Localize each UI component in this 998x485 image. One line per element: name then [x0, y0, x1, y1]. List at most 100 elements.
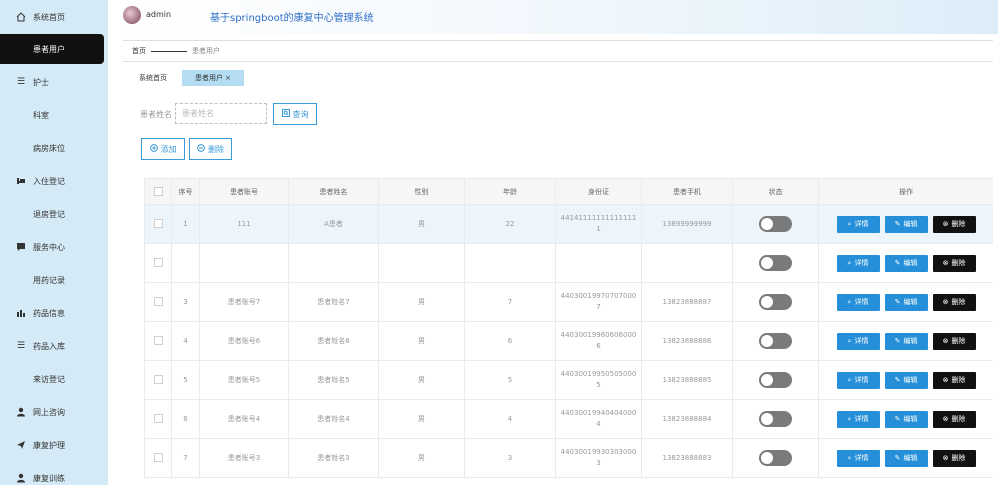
sidebar-item-visits[interactable]: 来访登记 — [0, 364, 104, 394]
edit-button[interactable]: ✎ 编辑 — [884, 215, 928, 233]
pencil-icon: ✎ — [894, 297, 901, 306]
cell-name — [288, 243, 379, 283]
close-circle-icon: ⊗ — [942, 297, 949, 306]
sidebar-item-home[interactable]: 系统首页 — [0, 2, 104, 32]
delete-button[interactable]: ⊗ 删除 — [932, 293, 976, 311]
sidebar-item-stock-in[interactable]: ☰ 药品入库 — [0, 331, 104, 361]
avatar[interactable] — [123, 6, 141, 24]
cell-name: 患者姓名4 — [288, 399, 379, 439]
cell-id-card: 440300199606060006 — [555, 321, 642, 361]
delete-button[interactable]: ⊗ 删除 — [932, 371, 976, 389]
cell-account — [199, 243, 289, 283]
cell-actions: ⌕ 详情 ✎ 编辑 ⊗ 删除 — [818, 438, 993, 478]
search-icon: ⌕ — [847, 336, 852, 345]
edit-button[interactable]: ✎ 编辑 — [884, 293, 928, 311]
detail-button-label: 详情 — [854, 219, 869, 228]
chart-icon — [16, 308, 26, 318]
row-select-cell[interactable] — [144, 243, 172, 283]
row-checkbox[interactable] — [153, 336, 163, 345]
batch-delete-button[interactable]: 删除 — [189, 138, 232, 160]
status-toggle[interactable] — [759, 294, 792, 310]
tab-home[interactable]: 系统首页 — [131, 70, 175, 86]
detail-button[interactable]: ⌕ 详情 — [836, 332, 880, 350]
detail-button[interactable]: ⌕ 详情 — [836, 410, 880, 428]
detail-button[interactable]: ⌕ 详情 — [836, 449, 880, 467]
sidebar-item-patients[interactable]: 患者用户 — [0, 34, 104, 64]
delete-button[interactable]: ⊗ 删除 — [932, 410, 976, 428]
list-icon: ☰ — [16, 341, 26, 351]
tab-patients[interactable]: 患者用户 × — [182, 70, 244, 86]
row-checkbox[interactable] — [153, 219, 163, 228]
detail-button[interactable]: ⌕ 详情 — [836, 371, 880, 389]
username[interactable]: admin — [146, 10, 171, 19]
table-row[interactable]: 4 患者账号6 患者姓名6 男 6 440300199606060006 138238888… — [144, 321, 993, 361]
status-toggle[interactable] — [759, 450, 792, 466]
cell-gender: 男 — [378, 399, 465, 439]
sidebar-item-departments[interactable]: 科室 — [0, 100, 104, 130]
sidebar-item-nursing[interactable]: 康复护理 — [0, 430, 104, 460]
delete-button[interactable]: ⊗ 删除 — [932, 332, 976, 350]
delete-button[interactable]: ⊗ 删除 — [932, 449, 976, 467]
sidebar-item-training[interactable]: 康复训练 — [0, 463, 104, 485]
table-row[interactable]: 1 111 A患者男 22 441411111111111111 13899999999 ⌕… — [144, 204, 993, 244]
minus-circle-icon — [197, 144, 205, 154]
edit-button[interactable]: ✎ 编辑 — [884, 410, 928, 428]
query-button[interactable]: 查询 — [273, 103, 317, 125]
cell-status — [732, 282, 819, 322]
table-row[interactable]: 3 患者账号7 患者姓名7 男 7 440300199707070007 138238888… — [144, 282, 993, 322]
detail-button[interactable]: ⌕ 详情 — [836, 293, 880, 311]
cell-name: 患者姓名7 — [288, 282, 379, 322]
sidebar-item-consult[interactable]: 网上咨询 — [0, 397, 104, 427]
row-checkbox[interactable] — [153, 375, 163, 384]
table-row[interactable]: 7 患者账号3 患者姓名3 男 3 440300199303030003 138238888… — [144, 438, 993, 478]
status-toggle[interactable] — [759, 333, 792, 349]
row-select-cell[interactable] — [144, 321, 172, 361]
row-checkbox[interactable] — [153, 414, 163, 423]
close-circle-icon: ⊗ — [942, 258, 949, 267]
breadcrumb-home[interactable]: 首页 — [132, 46, 146, 56]
status-toggle[interactable] — [759, 411, 792, 427]
detail-button-label: 详情 — [854, 297, 869, 306]
table-row[interactable]: 5 患者账号5 患者姓名5 男 5 440300199505050005 138238888… — [144, 360, 993, 400]
cell-age: 5 — [464, 360, 556, 400]
status-toggle[interactable] — [759, 372, 792, 388]
row-checkbox[interactable] — [153, 297, 163, 306]
row-select-cell[interactable] — [144, 360, 172, 400]
breadcrumb: 首页 患者用户 — [123, 40, 993, 62]
edit-button[interactable]: ✎ 编辑 — [884, 332, 928, 350]
sidebar-item-nurses[interactable]: ☰ 护士 — [0, 67, 104, 97]
sidebar-item-checkin[interactable]: 入住登记 — [0, 166, 104, 196]
row-checkbox[interactable] — [153, 453, 163, 462]
detail-button[interactable]: ⌕ 详情 — [836, 215, 880, 233]
table-row[interactable]: ⌕ 详情 ✎ 编辑 ⊗ 删除 — [144, 243, 993, 283]
sidebar-item-beds[interactable]: 病房床位 — [0, 133, 104, 163]
edit-button[interactable]: ✎ 编辑 — [884, 371, 928, 389]
select-all-checkbox[interactable] — [153, 187, 163, 196]
row-select-cell[interactable] — [144, 399, 172, 439]
detail-button[interactable]: ⌕ 详情 — [836, 254, 880, 272]
sidebar-item-service[interactable]: 服务中心 — [0, 232, 104, 262]
row-select-cell[interactable] — [144, 282, 172, 322]
grid-icon — [16, 110, 26, 120]
status-toggle[interactable] — [759, 216, 792, 232]
cell-age: 3 — [464, 438, 556, 478]
sidebar-item-label: 用药记录 — [33, 275, 65, 285]
delete-button[interactable]: ⊗ 删除 — [932, 254, 976, 272]
select-all-cell[interactable] — [144, 178, 172, 205]
row-select-cell[interactable] — [144, 204, 172, 244]
edit-button[interactable]: ✎ 编辑 — [884, 254, 928, 272]
sidebar-item-drugs[interactable]: 药品信息 — [0, 298, 104, 328]
edit-button[interactable]: ✎ 编辑 — [884, 449, 928, 467]
cell-status — [732, 204, 819, 244]
row-select-cell[interactable] — [144, 438, 172, 478]
pencil-icon: ✎ — [894, 336, 901, 345]
search-input[interactable] — [175, 103, 267, 124]
table-row[interactable]: 6 患者账号4 患者姓名4 男 4 440300199404040004 138238888… — [144, 399, 993, 439]
sidebar-item-checkout[interactable]: 退房登记 — [0, 199, 104, 229]
sidebar-item-medication[interactable]: 用药记录 — [0, 265, 104, 295]
status-toggle[interactable] — [759, 255, 792, 271]
delete-button[interactable]: ⊗ 删除 — [932, 215, 976, 233]
add-button[interactable]: 添加 — [141, 138, 185, 160]
page-title: 基于springboot的康复中心管理系统 — [210, 13, 374, 24]
row-checkbox[interactable] — [153, 258, 163, 267]
